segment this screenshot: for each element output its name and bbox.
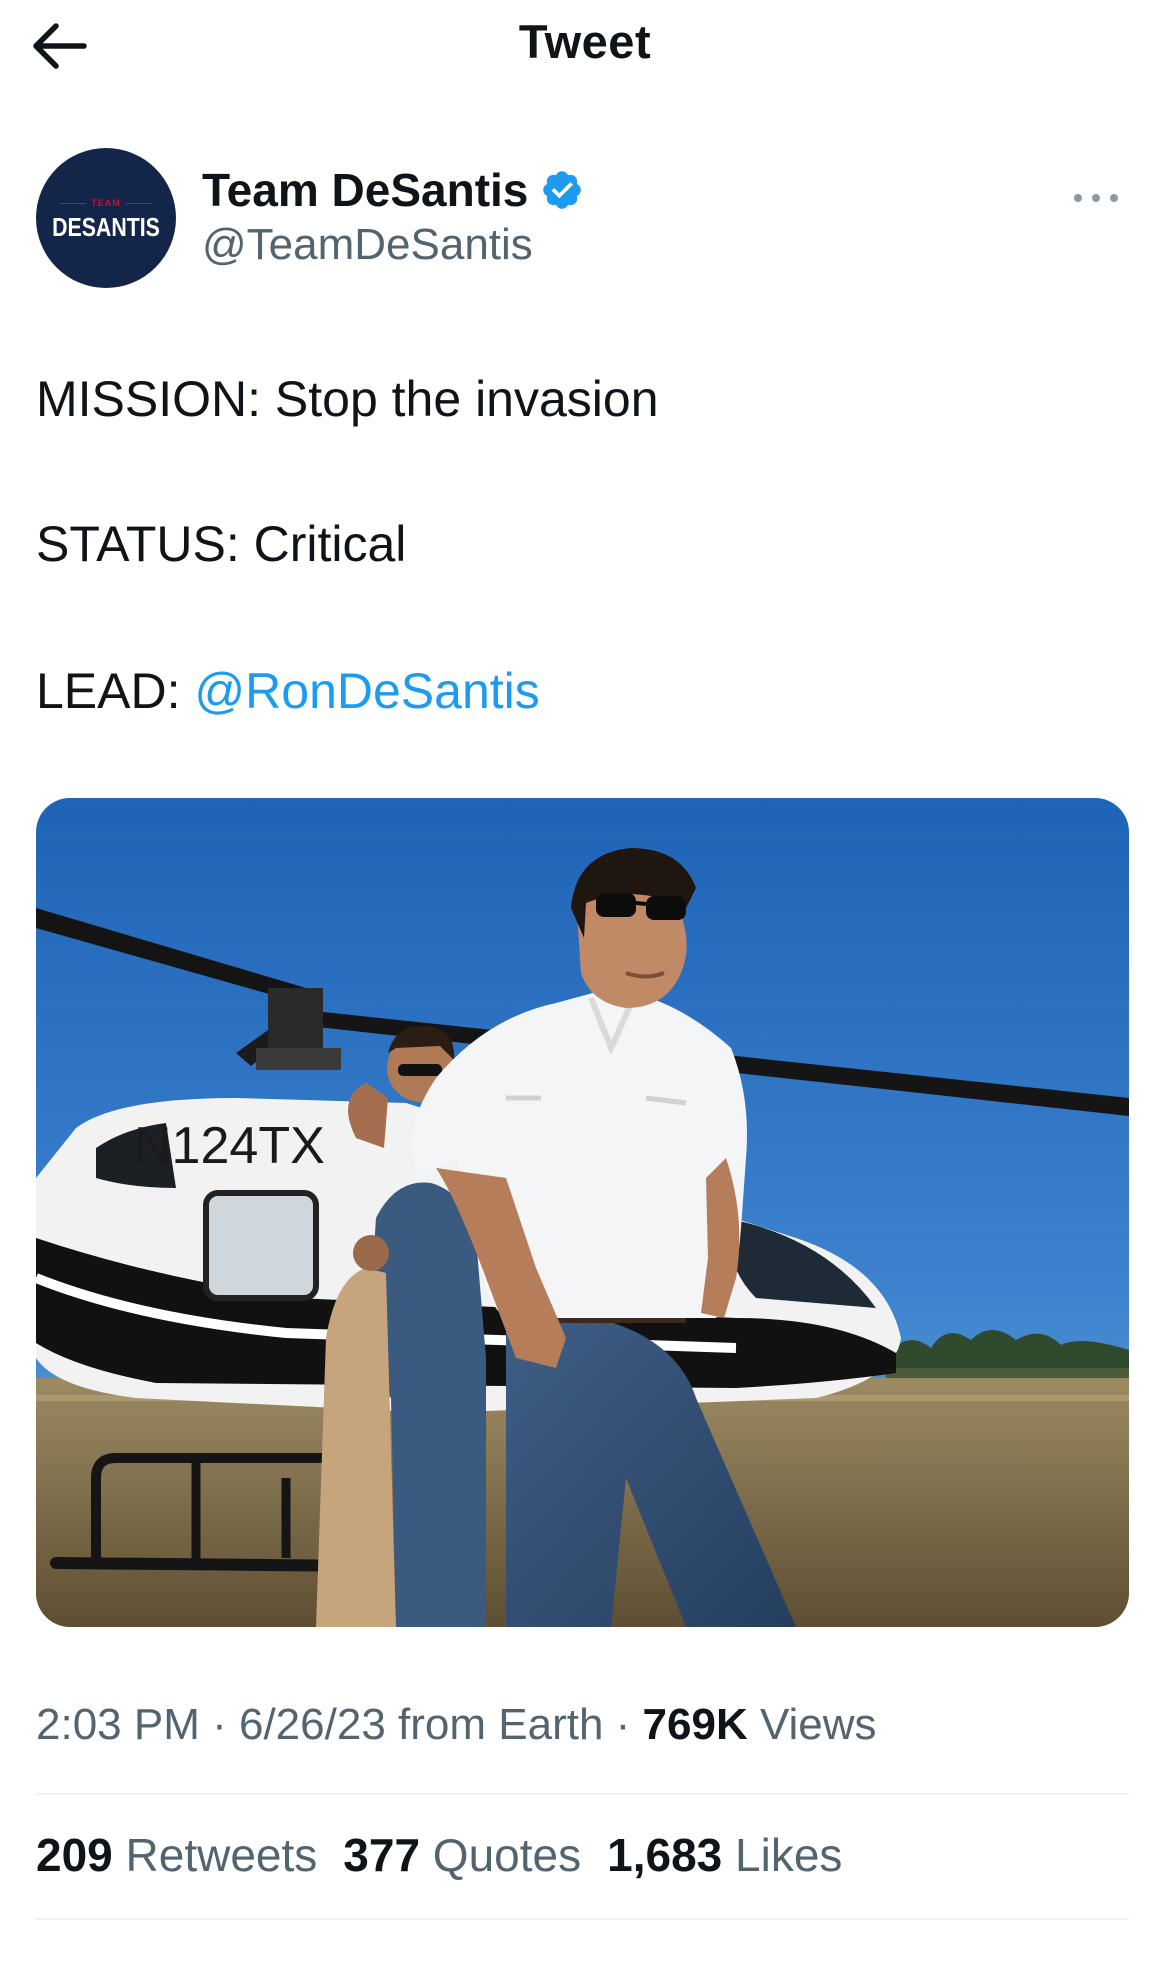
views-label: Views <box>747 1700 877 1749</box>
tweet-text-line-3: LEAD: @RonDeSantis <box>36 662 540 720</box>
meta-separator: · <box>603 1700 643 1749</box>
helicopter-photo-illustration: N124TX <box>36 798 1129 1627</box>
author-name-row[interactable]: Team DeSantis <box>202 160 584 220</box>
retweets-stat[interactable]: 209 Retweets <box>36 1828 317 1882</box>
tweet-date[interactable]: 6/26/23 <box>239 1700 386 1749</box>
avatar[interactable]: TEAM DESANTIS <box>36 148 176 288</box>
quotes-label: Quotes <box>420 1829 582 1881</box>
likes-label: Likes <box>722 1829 843 1881</box>
tweet-stats: 209 Retweets 377 Quotes 1,683 Likes <box>36 1828 868 1882</box>
meta-separator: · <box>199 1700 239 1749</box>
tweet-text-lead-label: LEAD: <box>36 663 195 719</box>
divider <box>36 1918 1129 1920</box>
divider <box>36 1793 1129 1795</box>
quotes-count: 377 <box>343 1829 421 1881</box>
verified-badge-icon <box>543 171 582 209</box>
avatar-top-text: TEAM <box>36 198 176 208</box>
tweet-author-header: TEAM DESANTIS Team DeSantis @TeamDeSanti… <box>0 140 1170 290</box>
tweet-source: from Earth <box>385 1700 604 1749</box>
likes-stat[interactable]: 1,683 Likes <box>607 1828 842 1882</box>
tweet-photo[interactable]: N124TX <box>36 798 1129 1627</box>
mention-link[interactable]: @RonDeSantis <box>194 663 539 719</box>
tweet-text-line-1: MISSION: Stop the invasion <box>36 371 659 427</box>
author-display-name: Team DeSantis <box>202 164 529 216</box>
more-dots-icon[interactable] <box>1068 178 1124 218</box>
retweets-count: 209 <box>36 1829 113 1881</box>
author-handle[interactable]: @TeamDeSantis <box>202 220 533 270</box>
retweets-label: Retweets <box>112 1829 318 1881</box>
likes-count: 1,683 <box>607 1829 723 1881</box>
page-title: Tweet <box>518 15 652 68</box>
tweet-meta: 2:03 PM · 6/26/23 from Earth · 769K View… <box>36 1700 877 1750</box>
tweet-text-line-2: STATUS: Critical <box>36 516 407 572</box>
quotes-stat[interactable]: 377 Quotes <box>343 1828 581 1882</box>
top-bar: Tweet <box>0 0 1170 95</box>
views-count: 769K <box>642 1700 748 1749</box>
tweet-time[interactable]: 2:03 PM <box>36 1700 200 1749</box>
avatar-main-text: DESANTIS <box>52 212 160 242</box>
tail-number: N124TX <box>134 1117 325 1175</box>
